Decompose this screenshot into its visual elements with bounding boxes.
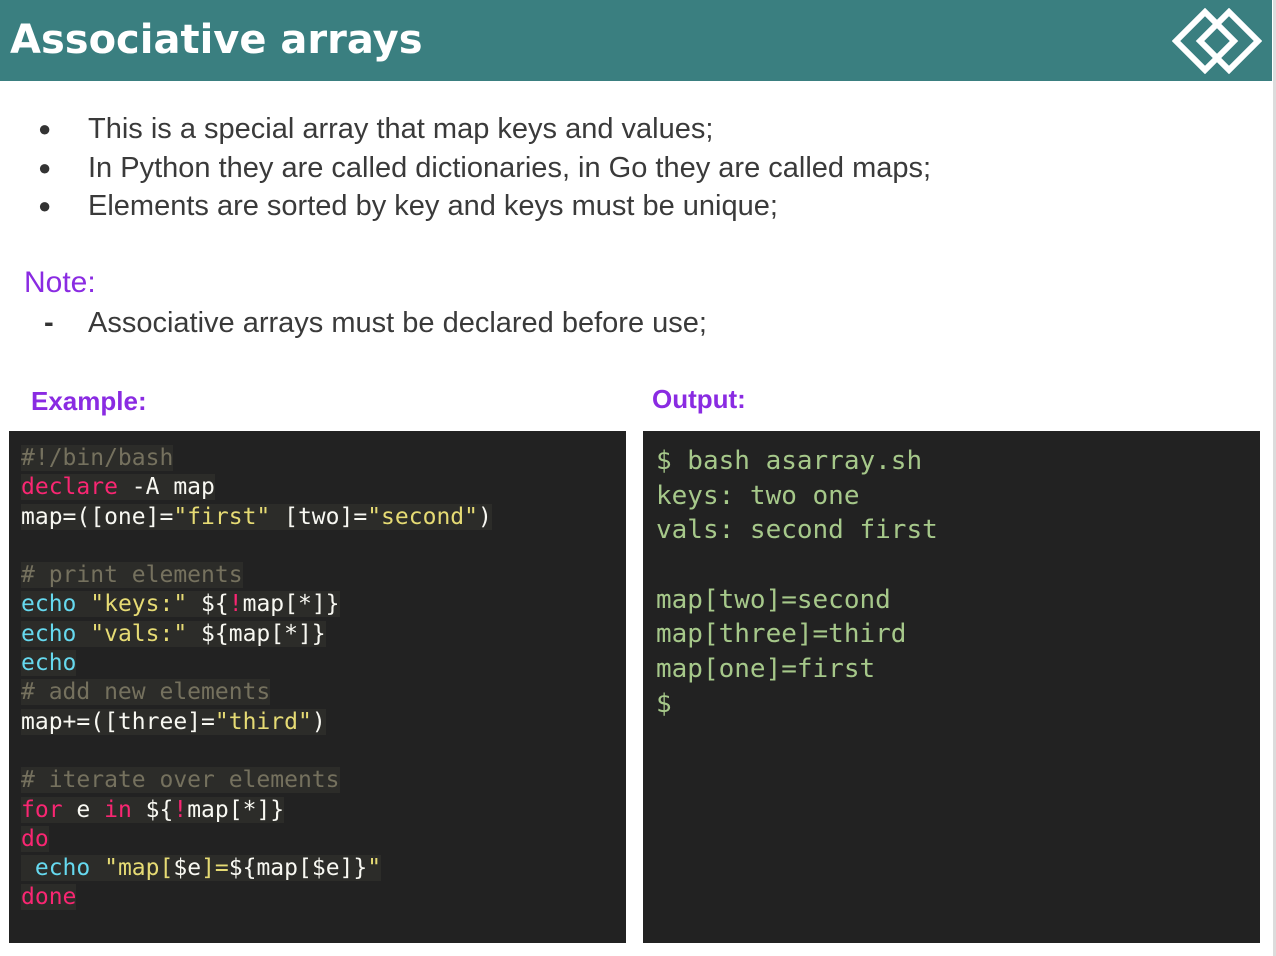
code-token: "keys:": [90, 591, 188, 618]
output-line: vals: second first: [656, 515, 938, 546]
code-token: map+=([three]=: [21, 708, 215, 735]
output-line: $ bash asarray.sh: [656, 446, 923, 476]
code-line: for e in ${!map[*]}: [21, 796, 492, 825]
code-line: # iterate over elements: [21, 766, 492, 795]
code-token: -A map: [117, 474, 215, 501]
code-line: #!/bin/bash: [21, 444, 492, 473]
code-token: echo: [34, 855, 91, 882]
note-heading: Note:: [24, 266, 96, 299]
code-token: do: [21, 825, 49, 852]
example-label: Example:: [31, 386, 147, 416]
code-line: echo "keys:" ${!map[*]}: [21, 590, 492, 619]
code-token: echo: [21, 650, 77, 677]
code-token: for: [21, 796, 63, 823]
bullet-dot-icon: ●: [38, 116, 52, 141]
diamond-logo-icon: [1172, 8, 1262, 74]
code-line: echo: [21, 649, 492, 678]
code-token: !: [228, 591, 243, 618]
code-line: do: [21, 825, 492, 854]
bullet-dot-icon: ●: [38, 193, 52, 218]
output-line: $: [656, 688, 672, 719]
code-line: declare -A map: [21, 473, 492, 502]
code-token: !: [173, 796, 188, 823]
note-item: Associative arrays must be declared befo…: [88, 307, 707, 339]
code-token: #!/bin/bash: [21, 445, 174, 471]
code-line: echo "map[$e]=${map[$e]}": [21, 854, 492, 883]
code-token: ${map[*]}: [187, 620, 326, 647]
code-token: map[*]}: [242, 591, 340, 618]
slide-title: Associative arrays: [10, 17, 423, 63]
code-token: ]=: [201, 855, 229, 882]
code-line: done: [21, 883, 492, 912]
bullet-dot-icon: ●: [38, 154, 52, 180]
code-token: echo: [21, 620, 77, 647]
output-label: Output:: [652, 384, 746, 414]
code-token: [two]=: [270, 503, 368, 530]
code-token: declare: [21, 474, 118, 501]
code-line: map=([one]="first" [two]="second"): [21, 503, 492, 532]
code-token: echo: [21, 591, 77, 618]
output-line: map[three]=third: [656, 619, 907, 650]
code-token: ": [367, 855, 382, 882]
code-token: ${: [187, 591, 229, 618]
code-token: ${: [131, 796, 174, 823]
title-bar: Associative arrays: [0, 0, 1272, 81]
code-token: ${map[$e]}: [228, 855, 368, 882]
code-token: "third": [214, 708, 312, 735]
code-token: "map[: [104, 855, 174, 882]
output-line: map[two]=second: [656, 584, 891, 615]
code-token: $e: [173, 855, 202, 882]
code-line: map+=([three]="third"): [21, 708, 492, 737]
code-token: map=([one]=: [21, 503, 174, 530]
code-token: # add new elements: [21, 679, 271, 706]
code-token: "vals:": [90, 620, 188, 647]
output-line: keys: two one: [656, 480, 860, 511]
code-token: in: [104, 796, 132, 823]
code-token: "first": [173, 503, 271, 530]
dash-bullet-icon: -: [44, 307, 54, 339]
code-token: ): [311, 708, 326, 735]
code-token: e: [62, 796, 105, 823]
output-line: map[one]=first: [656, 654, 876, 685]
code-block: #!/bin/bash declare -A map map=([one]="fir…: [21, 444, 492, 913]
code-token: ): [477, 503, 492, 530]
code-line: # print elements: [21, 561, 492, 590]
output-block: $ bash asarray.sh keys: two one vals: seco…: [656, 444, 938, 722]
code-token: "second": [367, 503, 478, 530]
code-token: done: [21, 884, 77, 911]
code-token: # print elements: [21, 562, 243, 589]
code-line: # add new elements: [21, 678, 492, 707]
code-token: # iterate over elements: [21, 767, 340, 794]
code-line: echo "vals:" ${map[*]}: [21, 620, 492, 649]
code-token: map[*]}: [187, 796, 285, 823]
